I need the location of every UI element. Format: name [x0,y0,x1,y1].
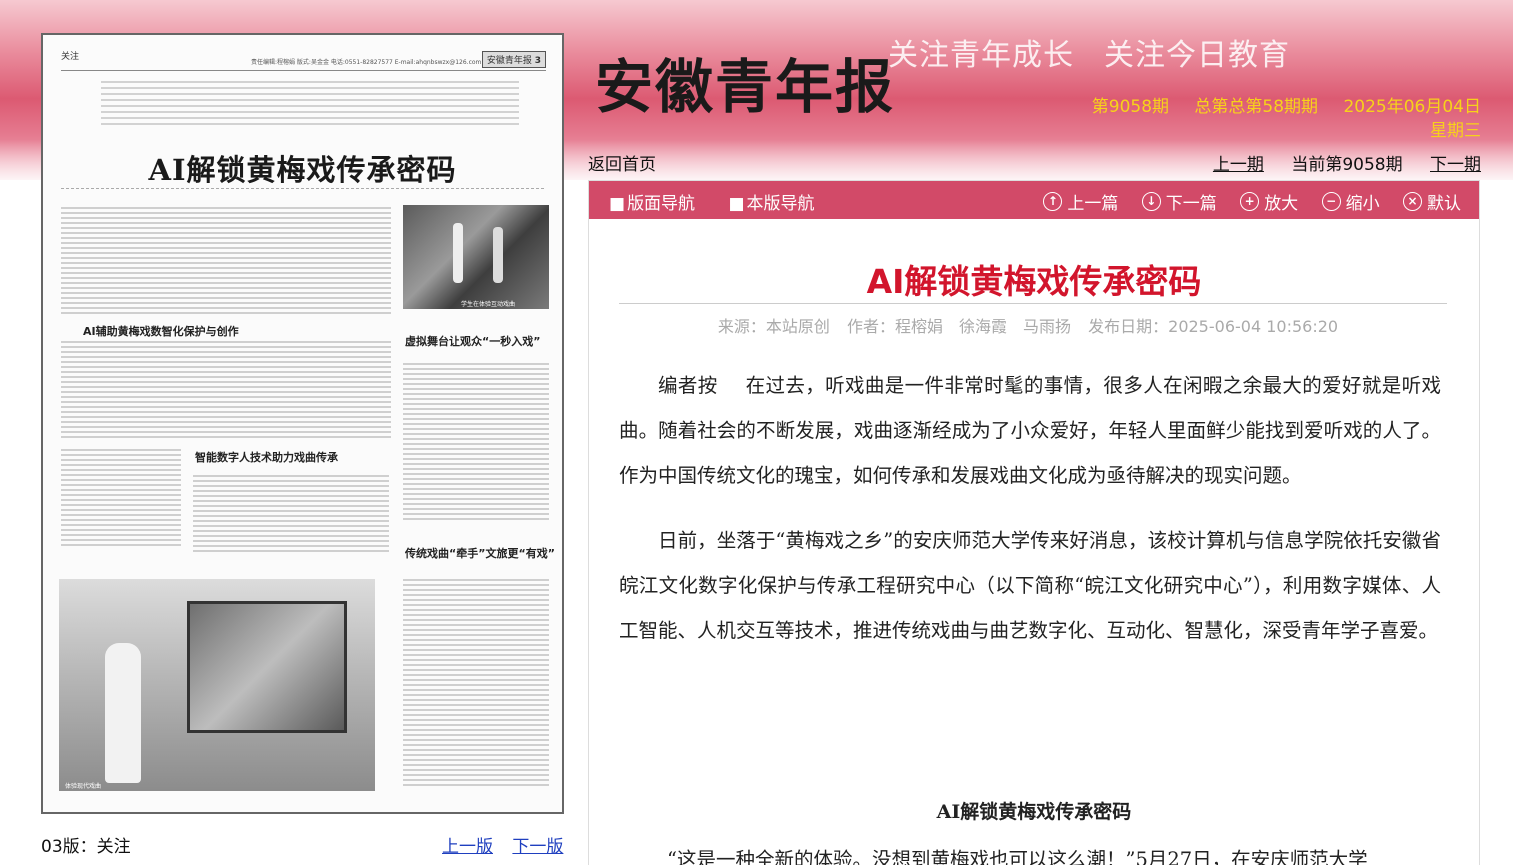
divider [619,303,1447,304]
photo-screen [187,601,347,733]
zoom-in-button[interactable]: + 放大 [1240,189,1298,214]
page-caption: 03版：关注 [41,837,131,857]
page-header-strip: 关注 责任编辑:程榕娟 版式:吴金金 电话:0551-82827577 E-ma… [61,47,546,71]
total-issue-number: 总第总第58期期 [1194,97,1319,117]
section-nav-link[interactable]: 本版导航 [728,194,814,214]
photo-person [105,643,141,783]
header-slogan: 关注青年成长 关注今日教育 [888,30,1320,74]
up-arrow-icon: ↑ [1043,192,1063,211]
page-nav-link[interactable]: 版面导航 [609,194,695,214]
issue-info: 第9058期 总第总第58期期 2025年06月04日 [1072,92,1481,117]
issue-number: 第9058期 [1091,97,1170,117]
text-block [61,341,391,441]
page-heading-3: 智能数字人技术助力戏曲传承 [195,451,338,464]
page-heading-2: 虚拟舞台让观众“一秒入戏” [405,335,541,348]
prev-article-button[interactable]: ↑ 上一篇 [1043,189,1118,214]
article-paragraph-3: “这是一种全新的体验。没想到黄梅戏也可以这么潮！”5月27日，在安庆师范大学 [667,848,1368,865]
article-meta: 来源：本站原创 作者：程榕娟 徐海霞 马雨扬 发布日期：2025-06-04 1… [589,313,1479,337]
masthead-logo: 安徽青年报 [595,53,896,121]
reset-zoom-button[interactable]: × 默认 [1403,189,1461,214]
page-article-title: AI解锁黄梅戏传承密码 [148,153,457,187]
zoom-out-button[interactable]: − 缩小 [1321,189,1380,214]
page-lead-text-block [101,81,519,129]
photo-dancers [403,205,549,309]
text-block [193,475,389,555]
next-article-button[interactable]: ↓ 下一篇 [1141,189,1217,214]
page-section-label: 关注 [61,52,80,62]
article-date: 发布日期：2025-06-04 10:56:20 [1088,317,1339,336]
photo-caption: 学生在体验互动戏曲 [461,301,516,308]
article-source: 来源：本站原创 [717,317,830,336]
next-page-link[interactable]: 下一版 [512,837,563,857]
next-issue-link[interactable]: 下一期 [1430,155,1481,175]
page-editor-line: 责任编辑:程榕娟 版式:吴金金 电话:0551-82827577 E-mail:… [251,59,482,66]
page-heading-4: 传统戏曲“牵手”文旅更“有戏” [405,547,555,560]
newspaper-page-image[interactable]: 关注 责任编辑:程榕娟 版式:吴金金 电话:0551-82827577 E-ma… [41,33,564,814]
nav-right-group: ↑ 上一篇 ↓ 下一篇 + 放大 − 缩小 × 默认 [1025,189,1461,214]
down-arrow-icon: ↓ [1141,192,1161,211]
slogan-1: 关注青年成长 [888,38,1074,73]
article-paragraph-1: 编者按 在过去，听戏曲是一件非常时髦的事情，很多人在闲暇之余最大的爱好就是听戏曲。… [619,374,1441,487]
article-nav-bar: 版面导航 本版导航 ↑上一篇 ↓下一篇 +放大 −缩小 ×默认 [589,181,1479,219]
editor-note-label: 编者按 [658,374,718,397]
issue-date: 2025年06月04日 [1343,97,1481,117]
text-block [403,579,549,789]
article-panel: 版面导航 本版导航 ↑上一篇 ↓下一篇 +放大 −缩小 ×默认 AI解锁黄梅戏传… [588,180,1480,865]
text-block [61,207,391,315]
article-body: 编者按 在过去，听戏曲是一件非常时髦的事情，很多人在闲暇之余最大的爱好就是听戏曲。… [619,363,1441,673]
article-author: 作者：程榕娟 徐海霞 马雨扬 [847,317,1072,336]
page-pager: 上一版 下一版 [442,832,577,857]
photo-caption: 体验现代戏曲 [65,783,102,790]
article-paragraph-2: 日前，坐落于“黄梅戏之乡”的安庆师范大学传来好消息，该校计算机与信息学院依托安徽… [619,529,1441,642]
page-heading-1: AI辅助黄梅戏数智化保护与创作 [83,325,239,338]
text-block [61,449,181,549]
article-subtitle: AI解锁黄梅戏传承密码 [936,801,1132,823]
article-title: AI解锁黄梅戏传承密码 [866,262,1202,301]
nav-left-group: 版面导航 本版导航 [609,189,843,214]
issue-pager: 上一期 当前第9058期 下一期 [1191,150,1481,175]
prev-page-link[interactable]: 上一版 [442,837,493,857]
current-issue-label: 当前第9058期 [1291,155,1403,175]
divider [61,188,544,189]
home-link[interactable]: 返回首页 [588,150,656,175]
prev-issue-link[interactable]: 上一期 [1213,155,1264,175]
plus-icon: + [1240,192,1260,211]
page-masthead-small: 安徽青年报 3 [481,51,546,68]
slogan-2: 关注今日教育 [1104,38,1290,73]
issue-weekday: 星期三 [1430,121,1481,141]
text-block [403,363,549,523]
close-icon: × [1403,192,1422,211]
photo-vr-experience [59,579,375,791]
minus-icon: − [1321,192,1341,211]
